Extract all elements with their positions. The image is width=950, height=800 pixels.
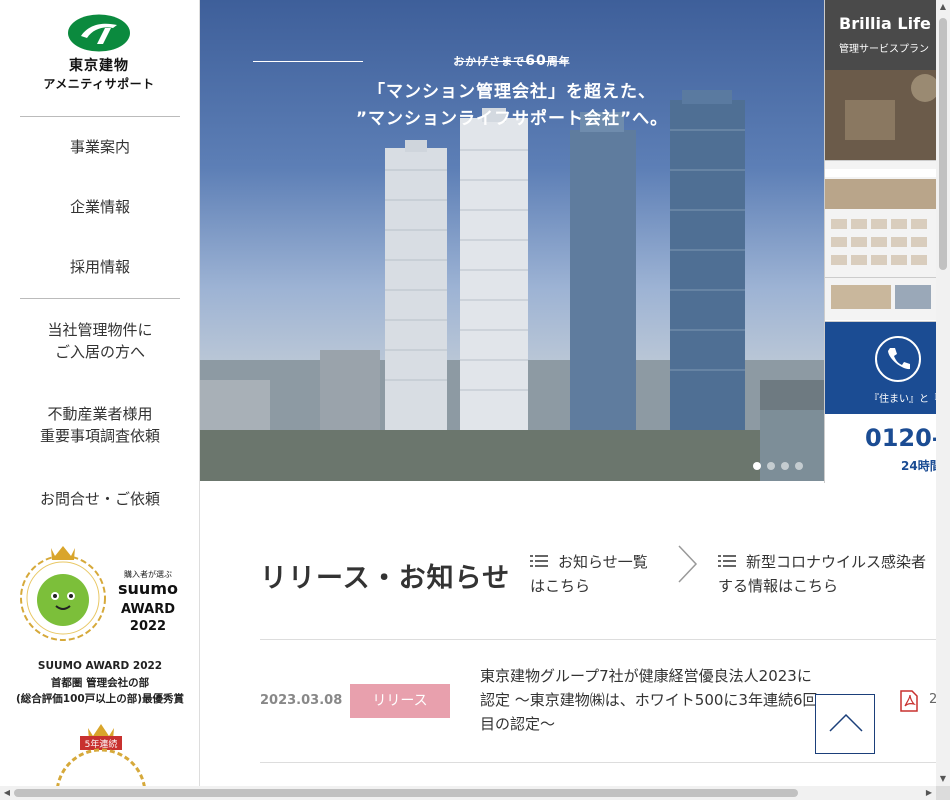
vertical-scrollbar[interactable]: ▲ ▼ bbox=[936, 0, 950, 786]
back-to-top-button[interactable] bbox=[815, 694, 875, 754]
news-item-date: 2023.03.08 bbox=[260, 693, 343, 708]
list-icon bbox=[530, 555, 548, 567]
phone-icon bbox=[875, 336, 921, 382]
slider-dots bbox=[753, 462, 803, 470]
nav-residents[interactable]: 当社管理物件に ご入居の方へ bbox=[0, 319, 199, 363]
logo-text-line1: 東京建物 bbox=[69, 58, 129, 74]
slider-dot-1[interactable] bbox=[753, 462, 761, 470]
award-caption-line1: SUUMO AWARD 2022 bbox=[37, 660, 163, 672]
company-logo[interactable]: 東京建物 アメニティサポート bbox=[36, 14, 162, 96]
brillia-life-title: Brillia Life bbox=[839, 14, 931, 33]
vertical-scroll-thumb[interactable] bbox=[939, 18, 947, 270]
slider-dot-4[interactable] bbox=[795, 462, 803, 470]
pdf-icon[interactable] bbox=[900, 690, 918, 712]
news-list-link[interactable]: お知らせ一覧 はこちら bbox=[530, 550, 648, 598]
nav-realtor-line2: 重要事項調査依頼 bbox=[39, 427, 160, 445]
scrollbar-corner bbox=[936, 786, 950, 800]
news-item-line2: 認定 ～東京建物㈱は、ホワイト500に3年連続6回 bbox=[480, 691, 818, 709]
five-year-award-icon: 5年連続 bbox=[56, 724, 146, 786]
award-badge-brand: suumo bbox=[118, 579, 178, 598]
website-preview-image bbox=[825, 169, 936, 309]
suumo-award-banner[interactable]: 購入者が選ぶ suumo AWARD 2022 SUUMO AWARD 2022… bbox=[14, 542, 186, 708]
sidebar: 東京建物 アメニティサポート 事業案内 企業情報 採用情報 当社管理物件に ご入… bbox=[0, 0, 200, 786]
hero-headline-line2: ”マンションライフサポート会社”へ。 bbox=[355, 109, 669, 129]
news-divider bbox=[260, 639, 936, 640]
covid-info-link-line1: 新型コロナウイルス感染者 bbox=[746, 553, 927, 571]
hero-slider[interactable]: おかげさまで60周年 「マンション管理会社」を超えた、 ”マンションライフサポー… bbox=[200, 0, 824, 481]
covid-info-link-line2: する情報はこちら bbox=[718, 577, 839, 595]
scroll-left-arrow-icon[interactable]: ◀ bbox=[0, 786, 14, 800]
website-preview-banner[interactable] bbox=[825, 160, 936, 320]
suumo-award-badge-icon: 購入者が選ぶ suumo AWARD 2022 bbox=[20, 546, 178, 641]
hero-headline: おかげさまで60周年 「マンション管理会社」を超えた、 ”マンションライフサポー… bbox=[200, 53, 824, 133]
award-badge-word: AWARD bbox=[121, 602, 175, 617]
brillia-life-banner[interactable]: Brillia Life 管理サービスプラン bbox=[825, 0, 936, 160]
award-caption-line2: 首都圏 管理会社の部 bbox=[50, 676, 150, 689]
side-banners: Brillia Life 管理サービスプラン 『住まい』と『 0120- 24時 bbox=[824, 0, 936, 483]
logo-mark-icon bbox=[68, 14, 130, 52]
slider-dot-2[interactable] bbox=[767, 462, 775, 470]
chevron-right-icon bbox=[678, 545, 698, 583]
news-list-link-line2: はこちら bbox=[530, 577, 591, 595]
five-year-award-badge[interactable]: 5年連続 bbox=[46, 722, 156, 786]
covid-info-link[interactable]: 新型コロナウイルス感染者 する情報はこちら bbox=[718, 550, 926, 598]
sidebar-divider bbox=[20, 116, 180, 117]
nav-realtor-line1: 不動産業者様用 bbox=[47, 405, 153, 423]
news-list-link-line1: お知らせ一覧 bbox=[558, 553, 648, 571]
horizontal-scroll-thumb[interactable] bbox=[14, 789, 798, 797]
brillia-life-subtitle: 管理サービスプラン bbox=[839, 44, 929, 55]
nav-business[interactable]: 事業案内 bbox=[0, 136, 199, 158]
hero-headline-line1: 「マンション管理会社」を超えた、 bbox=[368, 82, 656, 102]
hero-rule-right bbox=[458, 61, 568, 62]
nav-recruit[interactable]: 採用情報 bbox=[0, 256, 199, 278]
support-phone-number: 0120- bbox=[865, 424, 936, 452]
support-tagline: 『住まい』と『 bbox=[869, 394, 936, 405]
news-divider bbox=[260, 762, 936, 763]
nav-realtor[interactable]: 不動産業者様用 重要事項調査依頼 bbox=[0, 403, 199, 447]
hero-headline-text: 「マンション管理会社」を超えた、 ”マンションライフサポート会社”へ。 bbox=[200, 79, 824, 133]
support-hours: 24時間 bbox=[901, 459, 936, 473]
support-phone-banner[interactable]: 『住まい』と『 0120- 24時間 bbox=[825, 321, 936, 483]
news-item-title[interactable]: 東京建物グループ7社が健康経営優良法人2023に 認定 ～東京建物㈱は、ホワイト… bbox=[480, 664, 840, 736]
nav-residents-line1: 当社管理物件に bbox=[47, 321, 153, 339]
list-icon bbox=[718, 555, 736, 567]
award-badge-year: 2022 bbox=[130, 619, 166, 634]
award-caption-line3: (総合評価100戸以上の部)最優秀賞 bbox=[15, 693, 184, 705]
nav-residents-line2: ご入居の方へ bbox=[54, 343, 145, 361]
news-item-category-badge: リリース bbox=[350, 684, 450, 718]
news-item-line3: 目の認定～ bbox=[480, 715, 556, 733]
logo-text-line2: アメニティサポート bbox=[43, 77, 155, 91]
scroll-right-arrow-icon[interactable]: ▶ bbox=[922, 786, 936, 800]
hero-rule-left bbox=[253, 61, 363, 62]
news-item-line1: 東京建物グループ7社が健康経営優良法人2023に bbox=[480, 667, 812, 685]
scroll-up-arrow-icon[interactable]: ▲ bbox=[936, 0, 950, 14]
scroll-down-arrow-icon[interactable]: ▼ bbox=[936, 772, 950, 786]
page: 東京建物 アメニティサポート 事業案内 企業情報 採用情報 当社管理物件に ご入… bbox=[0, 0, 950, 800]
nav-contact[interactable]: お問合せ・ご依頼 bbox=[0, 488, 199, 510]
slider-dot-3[interactable] bbox=[781, 462, 789, 470]
news-section-title: リリース・お知らせ bbox=[260, 563, 511, 594]
chevron-up-icon bbox=[829, 713, 863, 732]
sidebar-divider bbox=[20, 298, 180, 299]
award2-ribbon-text: 5年連続 bbox=[85, 738, 118, 750]
nav-company[interactable]: 企業情報 bbox=[0, 196, 199, 218]
horizontal-scrollbar[interactable]: ◀ ▶ bbox=[0, 786, 936, 800]
award-badge-top: 購入者が選ぶ bbox=[124, 569, 172, 579]
